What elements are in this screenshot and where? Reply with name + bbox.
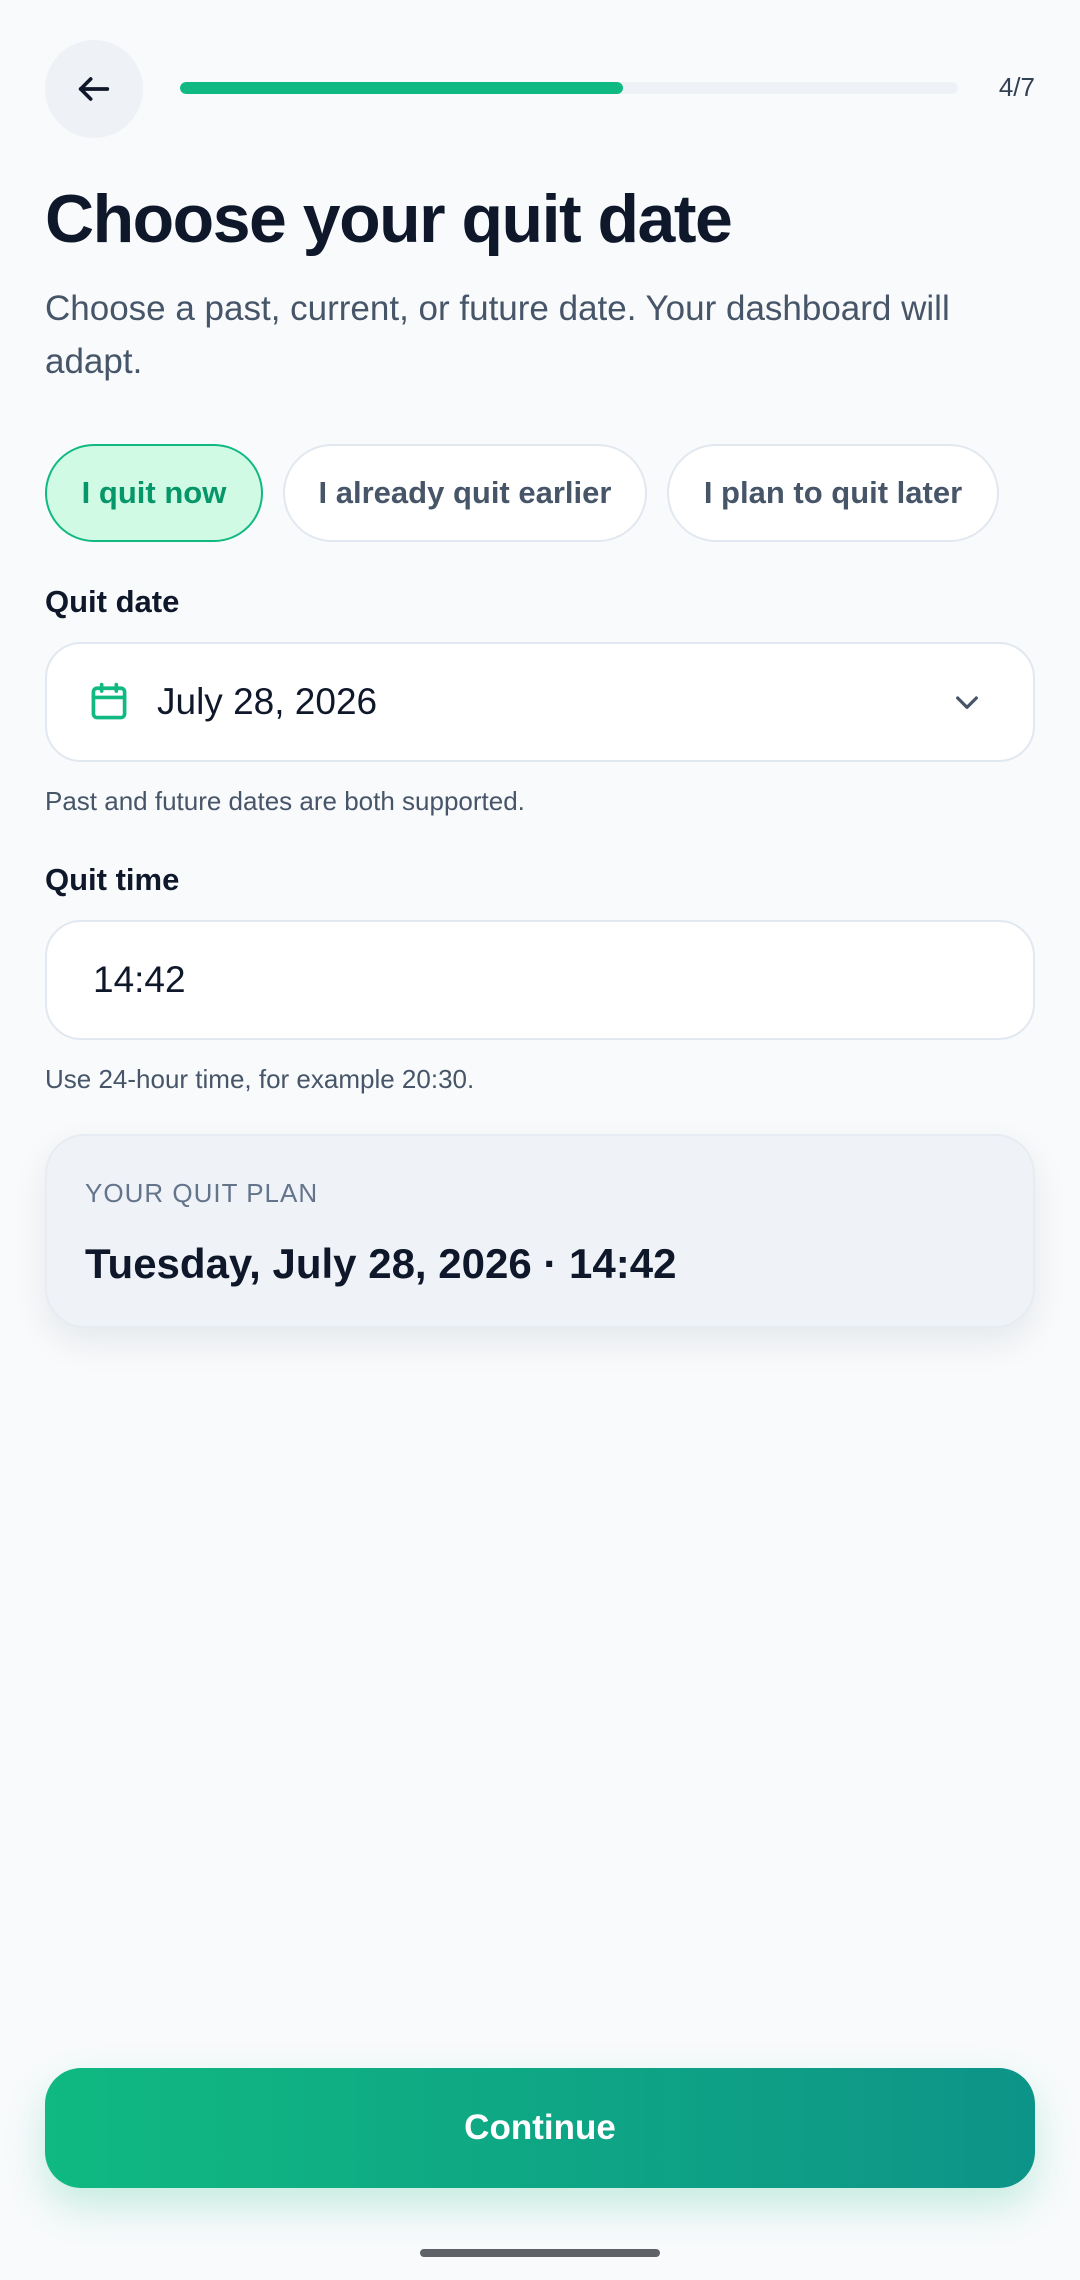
quit-time-value: 14:42 [93, 959, 186, 1000]
choice-quit-now[interactable]: I quit now [45, 444, 263, 542]
quit-date-help: Past and future dates are both supported… [45, 786, 525, 816]
choice-quit-later[interactable]: I plan to quit later [667, 444, 999, 542]
quit-date-value: July 28, 2026 [157, 681, 378, 722]
step-counter: 4/7 [998, 72, 1035, 102]
continue-button[interactable]: Continue [45, 2068, 1035, 2188]
quit-time-help: Use 24-hour time, for example 20:30. [45, 1064, 475, 1094]
choice-quit-earlier[interactable]: I already quit earlier [283, 444, 647, 542]
quit-plan-card: YOUR QUIT PLAN Tuesday, July 28, 2026 · … [45, 1134, 1035, 1328]
progress-bar [180, 82, 958, 94]
quit-date-label: Quit date [45, 584, 180, 619]
quit-time-input[interactable]: 14:42 [45, 920, 1035, 1040]
quit-date-select[interactable]: July 28, 2026 [45, 642, 1035, 762]
quit-plan-value: Tuesday, July 28, 2026 · 14:42 [85, 1240, 677, 1287]
quit-plan-kicker: YOUR QUIT PLAN [85, 1178, 319, 1208]
quit-time-label: Quit time [45, 862, 180, 897]
page-subtitle: Choose a past, current, or future date. … [45, 289, 950, 381]
arrow-left-icon [78, 77, 110, 101]
back-button[interactable] [45, 40, 143, 138]
calendar-icon [91, 682, 127, 720]
page-title: Choose your quit date [45, 181, 733, 257]
chevron-down-icon [956, 696, 978, 709]
quit-type-selector: I quit now I already quit earlier I plan… [45, 444, 999, 542]
quit-date-screen: 4/7 Choose your quit date Choose a past,… [0, 0, 1080, 2280]
progress-fill [180, 82, 624, 94]
home-indicator[interactable] [420, 2249, 660, 2257]
